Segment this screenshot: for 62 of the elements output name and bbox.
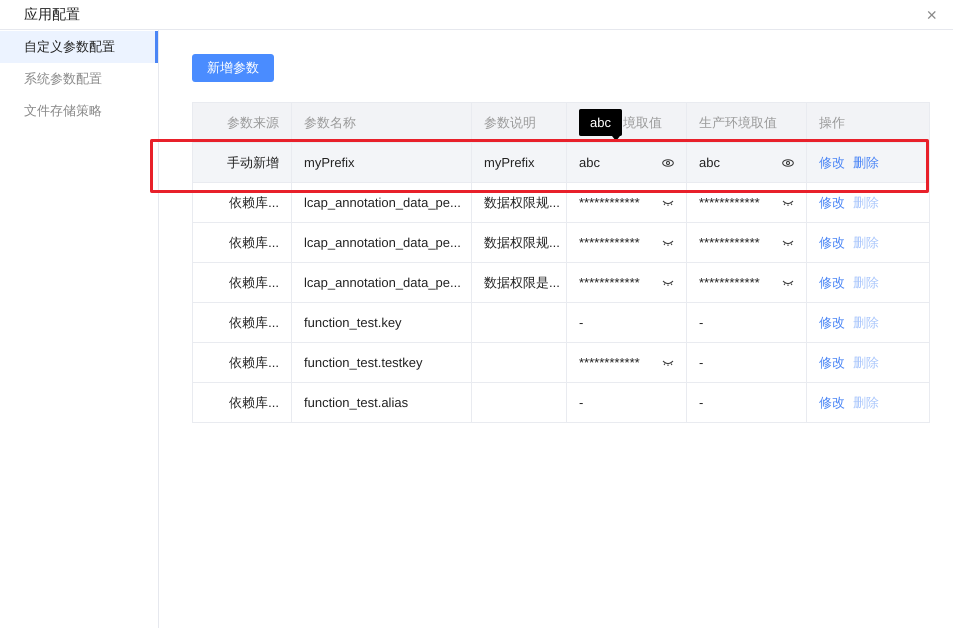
empty-value: - [699, 355, 704, 370]
edit-link[interactable]: 修改 [819, 194, 845, 210]
sidebar-item[interactable]: 文件存储策略 [0, 95, 158, 127]
source-text: 手动新增 [227, 154, 279, 170]
value-text: ************ [699, 195, 760, 210]
eye-icon[interactable] [662, 158, 674, 166]
parameter-description: 数据权限是... [484, 274, 560, 290]
value-text: ************ [579, 355, 640, 370]
parameter-name: lcap_annotation_data_pe... [304, 235, 461, 250]
sidebar-item[interactable]: 自定义参数配置 [0, 31, 158, 63]
source-text: 依赖库... [229, 194, 279, 210]
column-header: 操作 [819, 114, 845, 130]
value-text: abc [699, 155, 720, 170]
value-text: ************ [699, 235, 760, 250]
edit-link[interactable]: 修改 [819, 274, 845, 290]
edit-link[interactable]: 修改 [819, 394, 845, 410]
add-parameter-button[interactable]: 新增参数 [192, 54, 274, 82]
source-text: 依赖库... [229, 314, 279, 330]
empty-value: - [699, 395, 704, 410]
sidebar-item[interactable]: 系统参数配置 [0, 63, 158, 95]
closed-eye-icon[interactable] [662, 360, 674, 366]
empty-value: - [579, 395, 584, 410]
edit-link[interactable]: 修改 [819, 354, 845, 370]
column-header: 生产环境取值 [699, 114, 777, 130]
parameter-name: function_test.key [304, 315, 402, 330]
closed-eye-icon[interactable] [662, 200, 674, 206]
value-text: abc [579, 155, 600, 170]
column-header: 境取值 [623, 114, 662, 132]
eye-icon[interactable] [782, 158, 794, 166]
source-text: 依赖库... [229, 234, 279, 250]
parameter-name: lcap_annotation_data_pe... [304, 195, 461, 210]
edit-link[interactable]: 修改 [819, 234, 845, 250]
source-text: 依赖库... [229, 274, 279, 290]
column-header: 参数名称 [304, 114, 356, 130]
value-text: ************ [579, 235, 640, 250]
closed-eye-icon[interactable] [782, 280, 794, 286]
value-text: ************ [579, 195, 640, 210]
parameter-description: myPrefix [484, 155, 535, 170]
close-icon[interactable]: × [926, 6, 937, 24]
parameter-name: function_test.testkey [304, 355, 423, 370]
edit-link[interactable]: 修改 [819, 314, 845, 330]
empty-value: - [579, 315, 584, 330]
parameter-description: 数据权限规... [484, 234, 560, 250]
edit-link[interactable]: 修改 [819, 154, 845, 170]
parameter-name: function_test.alias [304, 395, 408, 410]
closed-eye-icon[interactable] [662, 240, 674, 246]
parameter-description: 数据权限规... [484, 194, 560, 210]
value-text: ************ [579, 275, 640, 290]
tooltip: abc [579, 109, 622, 136]
column-header: 参数说明 [484, 114, 536, 130]
empty-value: - [699, 315, 704, 330]
delete-link[interactable]: 删除 [853, 154, 879, 170]
window-title: 应用配置 [24, 6, 80, 24]
column-header: 参数来源 [227, 114, 279, 130]
source-text: 依赖库... [229, 394, 279, 410]
source-text: 依赖库... [229, 354, 279, 370]
value-text: ************ [699, 275, 760, 290]
closed-eye-icon[interactable] [662, 280, 674, 286]
parameter-name: lcap_annotation_data_pe... [304, 275, 461, 290]
closed-eye-icon[interactable] [782, 240, 794, 246]
closed-eye-icon[interactable] [782, 200, 794, 206]
parameter-name: myPrefix [304, 155, 355, 170]
